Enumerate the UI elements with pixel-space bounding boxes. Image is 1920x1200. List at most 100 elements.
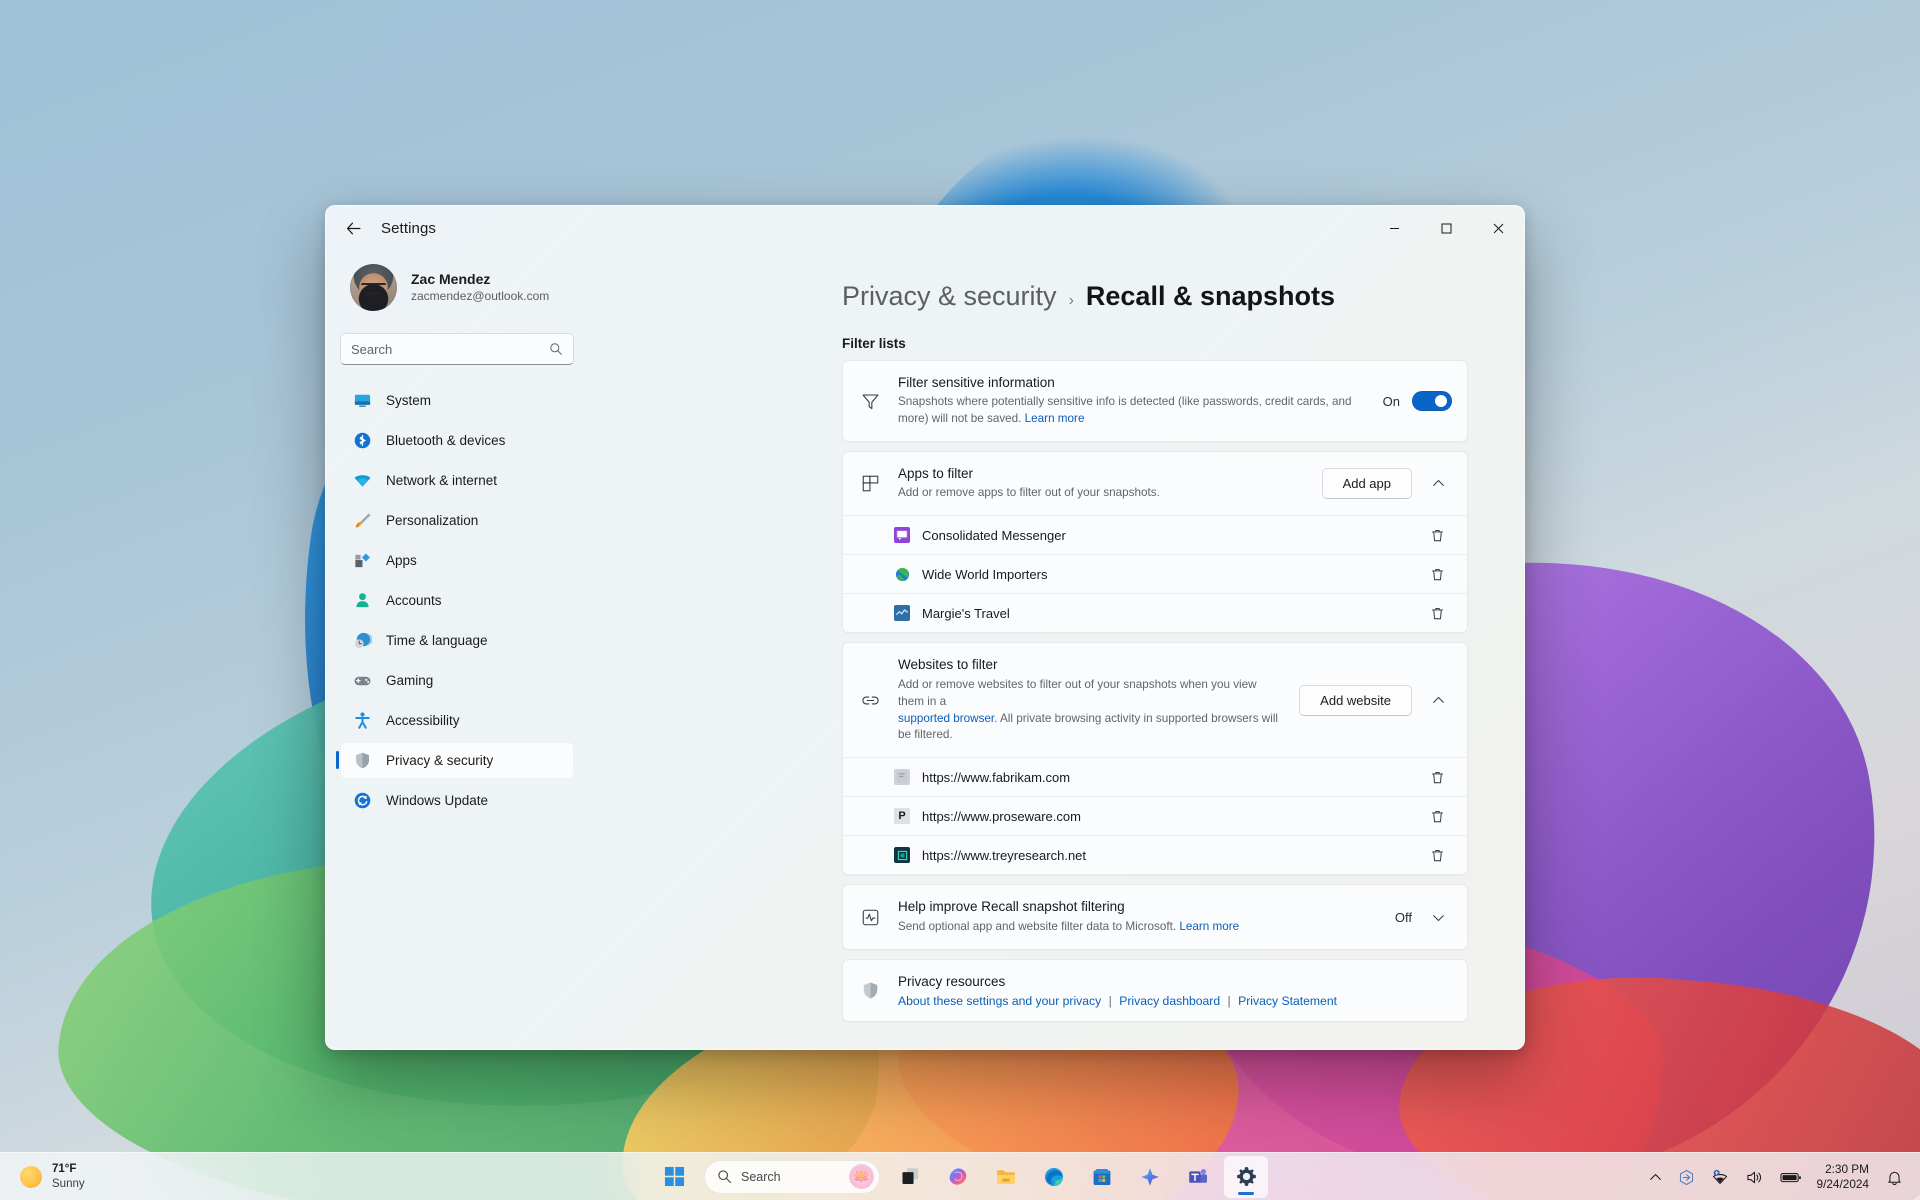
minimize-button[interactable] — [1368, 206, 1420, 251]
taskbar: 71°F Sunny Search 🪷 2:30 PM 9/24/2024 — [0, 1152, 1920, 1200]
sidebar-item-system[interactable]: System — [340, 382, 574, 419]
taskbar-settings[interactable] — [1224, 1155, 1268, 1198]
list-item[interactable]: https://www.fabrikam.com — [843, 757, 1467, 797]
privacy-links-row: About these settings and your privacy | … — [898, 994, 1452, 1008]
close-button[interactable] — [1472, 206, 1524, 251]
list-item[interactable]: https://www.treyresearch.net — [843, 835, 1467, 875]
card-right: On — [1382, 391, 1452, 412]
chevron-up-icon[interactable] — [1424, 686, 1452, 714]
maximize-button[interactable] — [1420, 206, 1472, 251]
list-item-label: Wide World Importers — [922, 566, 1048, 582]
account-block[interactable]: Zac Mendez zacmendez@outlook.com — [336, 251, 578, 317]
taskbar-clock[interactable]: 2:30 PM 9/24/2024 — [1811, 1158, 1877, 1196]
tray-expand-button[interactable] — [1642, 1158, 1669, 1196]
sidebar-item-windows-update[interactable]: Windows Update — [340, 782, 574, 819]
search-input[interactable] — [351, 341, 549, 357]
weather-widget[interactable]: 71°F Sunny — [6, 1156, 99, 1198]
breadcrumb-parent-link[interactable]: Privacy & security — [842, 281, 1057, 312]
add-website-button[interactable]: Add website — [1299, 684, 1412, 716]
taskbar-designer[interactable] — [1128, 1156, 1172, 1198]
list-item[interactable]: Wide World Importers — [843, 554, 1467, 594]
tray-notifications-button[interactable] — [1879, 1158, 1910, 1196]
sidebar-item-accessibility[interactable]: Accessibility — [340, 702, 574, 739]
back-button[interactable] — [335, 213, 371, 245]
chevron-up-icon[interactable] — [1424, 470, 1452, 498]
apps-grid-icon — [858, 472, 882, 496]
taskbar-task-view[interactable] — [888, 1156, 932, 1198]
trash-icon[interactable] — [1422, 560, 1452, 588]
chevron-down-icon[interactable] — [1424, 903, 1452, 931]
filter-sensitive-toggle[interactable] — [1412, 391, 1452, 412]
maximize-icon — [1441, 223, 1451, 234]
card-main: Websites to filter Add or remove website… — [898, 656, 1285, 744]
trash-icon[interactable] — [1422, 802, 1452, 830]
sidebar-item-label: Apps — [386, 553, 417, 568]
sidebar-item-accounts[interactable]: Accounts — [340, 582, 574, 619]
card-description: Send optional app and website filter dat… — [898, 919, 1381, 936]
taskbar-microsoft-teams[interactable] — [1176, 1156, 1220, 1198]
card-description-text: Send optional app and website filter dat… — [898, 919, 1177, 933]
card-title: Filter sensitive information — [898, 375, 1055, 390]
about-settings-privacy-link[interactable]: About these settings and your privacy — [898, 994, 1101, 1008]
taskbar-copilot[interactable] — [936, 1156, 980, 1198]
search-icon — [718, 1170, 732, 1184]
card-right: Off — [1395, 903, 1452, 931]
card-title: Help improve Recall snapshot filtering — [898, 899, 1125, 915]
toggle-state-label: On — [1382, 393, 1400, 409]
sidebar-item-apps[interactable]: Apps — [340, 542, 574, 579]
trash-icon[interactable] — [1422, 841, 1452, 869]
add-app-button[interactable]: Add app — [1321, 468, 1412, 500]
privacy-statement-link[interactable]: Privacy Statement — [1238, 994, 1337, 1008]
tray-battery-button[interactable] — [1773, 1158, 1809, 1196]
trash-icon[interactable] — [1422, 599, 1452, 627]
sidebar-item-privacy-security[interactable]: Privacy & security — [336, 742, 574, 779]
gear-icon — [1236, 1167, 1256, 1186]
sidebar-item-network-internet[interactable]: Network & internet — [340, 462, 574, 499]
lotus-icon: 🪷 — [849, 1164, 874, 1189]
list-item[interactable]: Margie's Travel — [843, 593, 1467, 633]
minimize-icon — [1389, 228, 1399, 229]
designer-icon — [1141, 1167, 1159, 1186]
section-title: Filter lists — [842, 336, 906, 351]
list-item[interactable]: Consolidated Messenger — [843, 515, 1467, 555]
card-apps-to-filter: Apps to filter Add or remove apps to fil… — [842, 451, 1468, 634]
tray-volume-button[interactable] — [1739, 1158, 1771, 1196]
card-row: Filter sensitive information Snapshots w… — [843, 361, 1467, 441]
tray-network-button[interactable] — [1704, 1158, 1737, 1196]
sidebar-item-gaming[interactable]: Gaming — [340, 662, 574, 699]
search-box[interactable] — [340, 333, 574, 365]
back-arrow-icon — [346, 222, 360, 235]
sidebar-item-bluetooth-devices[interactable]: Bluetooth & devices — [340, 422, 574, 459]
tray-meet-now-button[interactable] — [1671, 1158, 1702, 1196]
taskbar-search[interactable]: Search 🪷 — [704, 1159, 880, 1194]
supported-browser-link[interactable]: supported browser — [898, 712, 994, 725]
gamepad-icon — [352, 671, 372, 691]
window-title: Settings — [381, 220, 436, 237]
page-title: Recall & snapshots — [1085, 281, 1335, 311]
title-bar: Settings — [326, 206, 1524, 251]
card-description-text: Add or remove websites to filter out of … — [898, 677, 1257, 708]
sidebar-item-label: Accounts — [386, 593, 442, 608]
taskbar-microsoft-edge[interactable] — [1032, 1156, 1076, 1198]
card-row-header[interactable]: Apps to filter Add or remove apps to fil… — [843, 452, 1467, 515]
list-item-label: Margie's Travel — [922, 605, 1010, 621]
taskbar-microsoft-store[interactable] — [1080, 1156, 1124, 1198]
window-body: Zac Mendez zacmendez@outlook.com Search … — [326, 251, 1524, 1049]
card-row-header[interactable]: Help improve Recall snapshot filtering S… — [843, 885, 1467, 948]
sidebar-item-personalization[interactable]: Personalization — [340, 502, 574, 539]
card-row-header[interactable]: Websites to filter Add or remove website… — [843, 643, 1467, 757]
start-button[interactable] — [652, 1156, 696, 1198]
store-icon — [1093, 1168, 1111, 1185]
privacy-dashboard-link[interactable]: Privacy dashboard — [1119, 994, 1220, 1008]
sidebar-item-time-language[interactable]: Time & language — [340, 622, 574, 659]
trash-icon[interactable] — [1422, 763, 1452, 791]
learn-more-link[interactable]: Learn more — [1025, 412, 1085, 425]
trash-icon[interactable] — [1422, 521, 1452, 549]
learn-more-link[interactable]: Learn more — [1179, 920, 1239, 933]
taskbar-file-explorer[interactable] — [984, 1156, 1028, 1198]
settings-cards: Filter sensitive information Snapshots w… — [842, 360, 1468, 1022]
list-item[interactable]: P https://www.proseware.com — [843, 796, 1467, 836]
card-description: Snapshots where potentially sensitive in… — [898, 394, 1369, 428]
close-icon — [1493, 223, 1503, 234]
list-item-label: Consolidated Messenger — [922, 527, 1066, 543]
